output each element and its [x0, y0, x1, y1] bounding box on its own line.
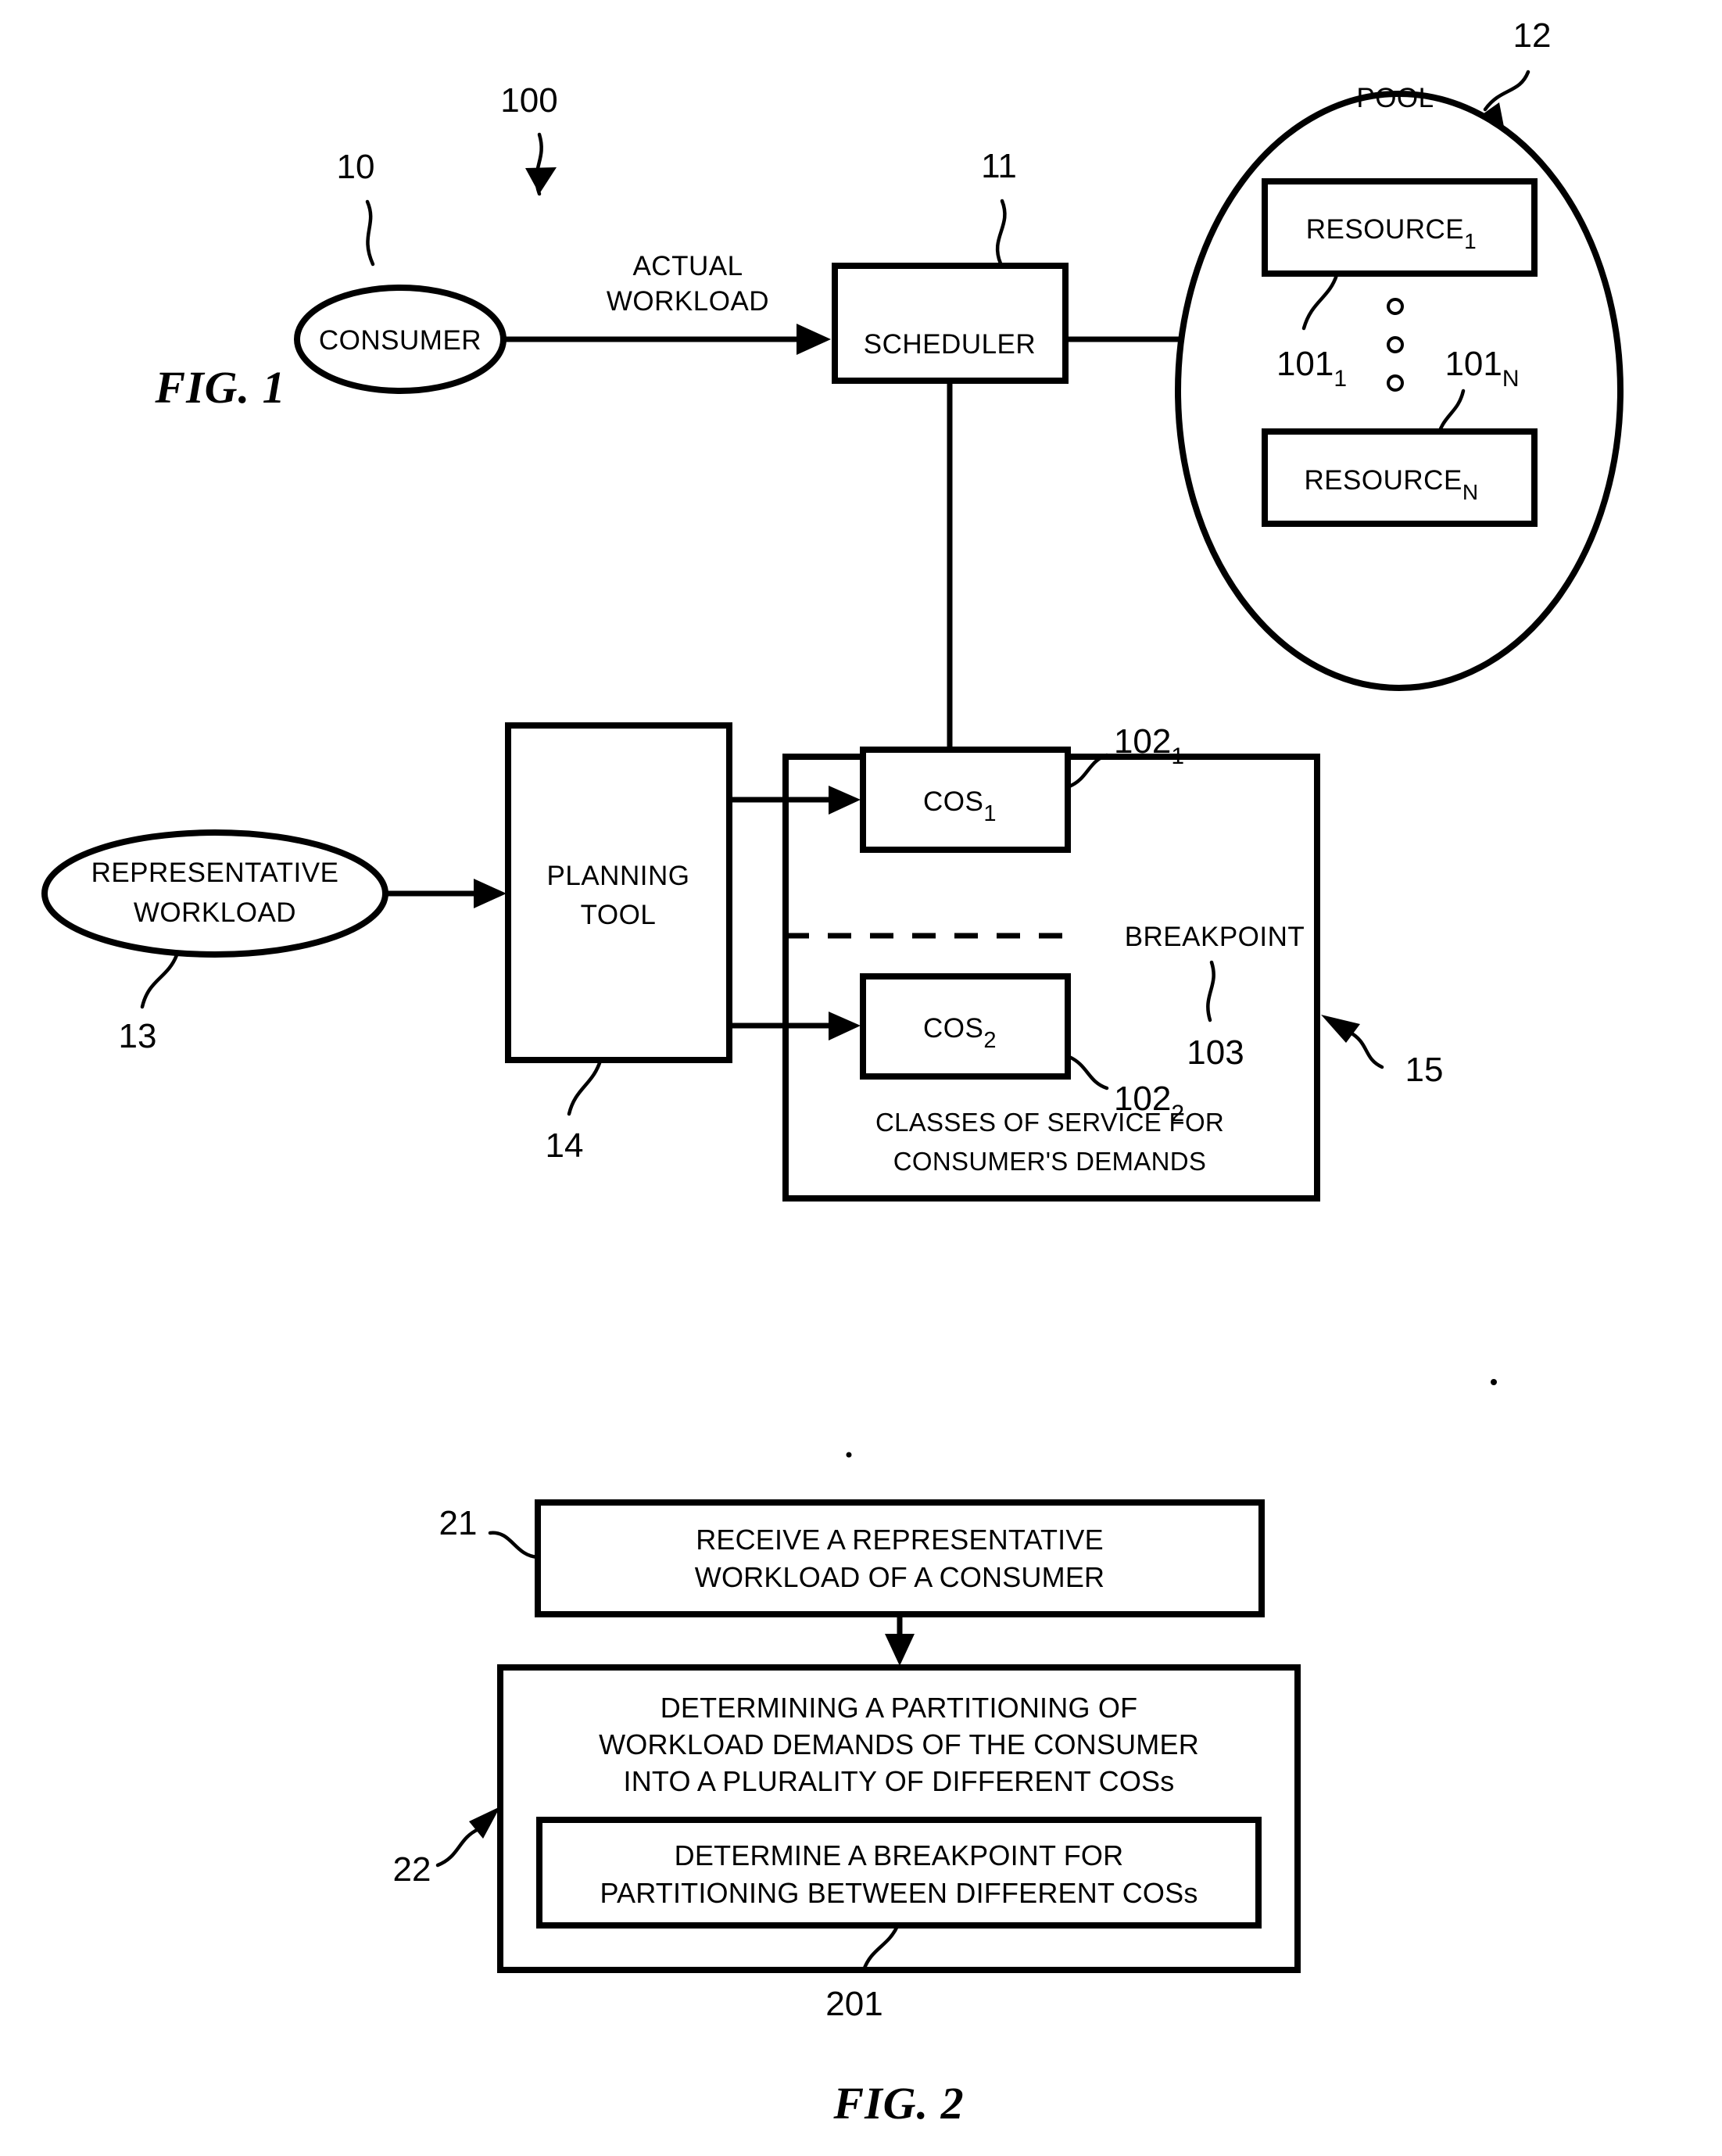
consumer-ref-10-callout: 10: [337, 148, 375, 267]
breakpoint-ref-label: 103: [1187, 1033, 1244, 1072]
figure-2: 21 RECEIVE A REPRESENTATIVE WORKLOAD OF …: [393, 1379, 1497, 2129]
node-cos-1[interactable]: COS1: [860, 747, 1071, 853]
step-201-box[interactable]: DETERMINE A BREAKPOINT FOR PARTITIONING …: [536, 1817, 1262, 1929]
scan-speck: [846, 1452, 852, 1458]
actual-workload-label-line2: WORKLOAD: [607, 286, 769, 317]
patent-drawing-sheet: FIG. 1 100 10 CONSUMER ACTUAL WORKLOAD 1…: [0, 0, 1722, 2156]
step-21-box[interactable]: RECEIVE A REPRESENTATIVE WORKLOAD OF A C…: [535, 1499, 1265, 1617]
pool-ref-12-callout: 12: [1473, 16, 1551, 127]
planning-tool-label-line2: TOOL: [581, 900, 657, 930]
edge-planning-tool-to-cos2: [726, 1012, 861, 1040]
scheduler-ref-11-label: 11: [981, 147, 1017, 185]
cos-container-ref-15-callout: 15: [1321, 1015, 1443, 1089]
cos-container-label-line2: CONSUMER'S DEMANDS: [893, 1147, 1206, 1176]
node-consumer[interactable]: CONSUMER: [294, 285, 507, 394]
fig2-caption: FIG. 2: [832, 2078, 964, 2129]
step-22-line-2: WORKLOAD DEMANDS OF THE CONSUMER: [599, 1728, 1199, 1760]
node-cos-2[interactable]: COS2: [860, 973, 1071, 1080]
resource-ellipsis: [1387, 298, 1404, 392]
planning-tool-ref-label: 14: [546, 1126, 584, 1165]
step-21-line-2: WORKLOAD OF A CONSUMER: [695, 1561, 1104, 1593]
consumer-label: CONSUMER: [319, 325, 482, 356]
representative-workload-label-line2: WORKLOAD: [134, 897, 296, 928]
node-representative-workload[interactable]: REPRESENTATIVE WORKLOAD: [41, 829, 388, 958]
representative-workload-ref-13-callout: 13: [119, 953, 179, 1055]
representative-workload-label-line1: REPRESENTATIVE: [91, 858, 339, 888]
cos-container-ref-label: 15: [1405, 1051, 1444, 1089]
step-22-line-1: DETERMINING A PARTITIONING OF: [661, 1692, 1138, 1724]
step-22-ref-callout: 22: [393, 1807, 500, 1889]
step-22-ref-label: 22: [393, 1850, 431, 1889]
breakpoint-ref-103-callout: 103: [1187, 960, 1244, 1072]
node-planning-tool[interactable]: PLANNING TOOL: [505, 722, 732, 1063]
step-21-ref-label: 21: [439, 1504, 478, 1542]
fig1-caption: FIG. 1: [154, 362, 285, 413]
node-resource-n[interactable]: RESOURCEN: [1262, 428, 1538, 527]
cos-1-ref-label: 1021: [1114, 722, 1184, 769]
node-scheduler[interactable]: SCHEDULER: [832, 263, 1069, 384]
consumer-ref-10-label: 10: [337, 148, 375, 186]
scan-speck: [1491, 1379, 1497, 1385]
edge-step21-to-step22: [885, 1611, 915, 1666]
step-22-line-3: INTO A PLURALITY OF DIFFERENT COSs: [624, 1765, 1175, 1797]
planning-tool-ref-14-callout: 14: [546, 1058, 603, 1165]
breakpoint-marker: BREAKPOINT: [786, 922, 1305, 952]
step-201-line-1: DETERMINE A BREAKPOINT FOR: [675, 1839, 1124, 1871]
pool-ref-12-label: 12: [1513, 16, 1552, 55]
step-21-ref-callout: 21: [439, 1504, 540, 1560]
scheduler-label: SCHEDULER: [864, 329, 1036, 360]
representative-workload-ref-label: 13: [119, 1017, 157, 1055]
step-201-line-2: PARTITIONING BETWEEN DIFFERENT COSs: [600, 1877, 1198, 1909]
figure-1: FIG. 1 100 10 CONSUMER ACTUAL WORKLOAD 1…: [41, 16, 1624, 1202]
step-201-ref-label: 201: [825, 1985, 882, 2023]
step-21-line-1: RECEIVE A REPRESENTATIVE: [696, 1524, 1104, 1556]
pool-label: POOL: [1356, 83, 1434, 113]
planning-tool-label-line1: PLANNING: [547, 861, 690, 891]
edge-actual-workload: ACTUAL WORKLOAD: [500, 251, 831, 355]
edge-planning-tool-to-cos1: [726, 786, 861, 815]
actual-workload-label-line1: ACTUAL: [632, 251, 743, 281]
node-resource-1[interactable]: RESOURCE1: [1262, 178, 1538, 277]
scheduler-ref-11-callout: 11: [981, 147, 1017, 266]
edge-workload-to-planning-tool: [382, 879, 507, 908]
system-ref-100-callout: 100: [500, 81, 558, 196]
system-ref-100-label: 100: [500, 81, 557, 120]
breakpoint-label: BREAKPOINT: [1125, 922, 1305, 952]
